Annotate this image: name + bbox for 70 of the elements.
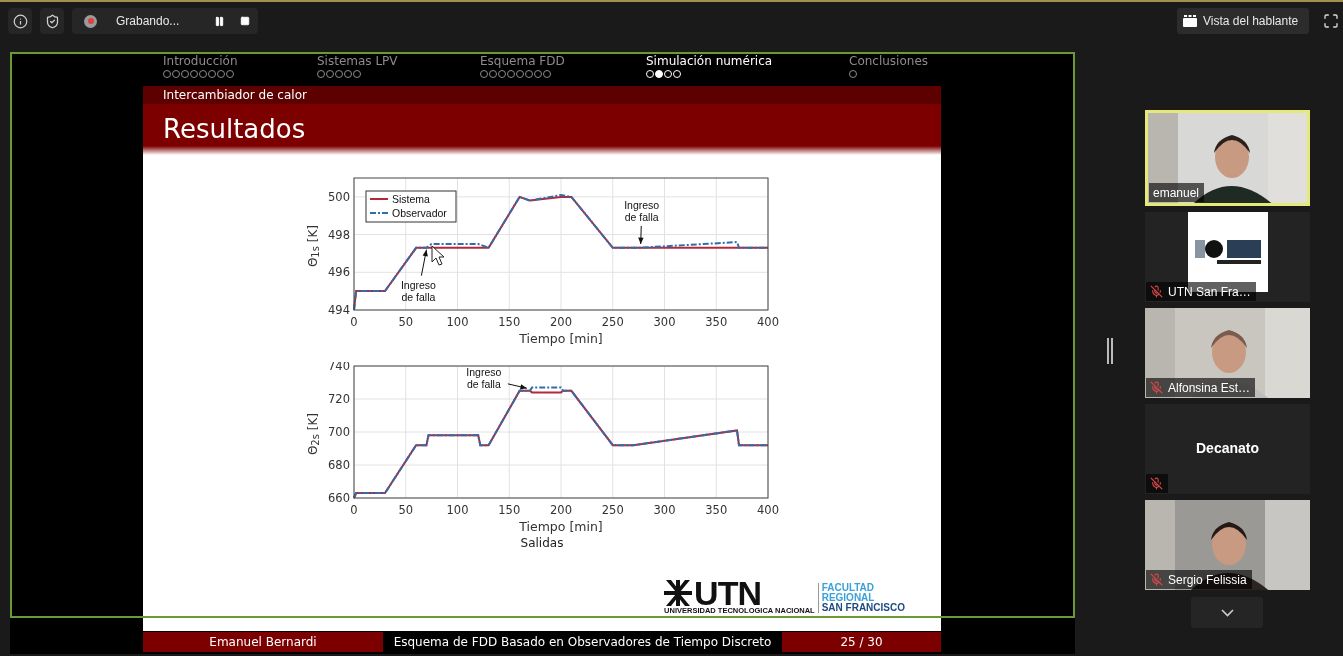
tick-label: 300 <box>653 503 676 517</box>
tick-label: 250 <box>601 315 624 329</box>
resize-handle-icon[interactable] <box>1107 338 1113 364</box>
annotation-text: Ingreso de falla <box>624 199 660 223</box>
tick-label: 500 <box>328 189 350 204</box>
participant-name: Decanato <box>1195 440 1260 456</box>
tick-label: 100 <box>446 503 469 517</box>
section-link[interactable]: Simulación numérica <box>646 54 849 68</box>
tick-label: 400 <box>757 503 779 517</box>
tick-label: 680 <box>328 458 350 472</box>
slide-title: Resultados <box>163 113 307 146</box>
recording-label: Grabando... <box>116 14 181 28</box>
tick-label: 350 <box>705 503 728 517</box>
tick-label: 494 <box>328 303 350 317</box>
tick-label: 200 <box>550 315 572 329</box>
tick-label: 0 <box>350 315 358 329</box>
participant-name: Sergio Felissia <box>1168 572 1247 587</box>
tick-label: 740 <box>328 362 350 373</box>
tick-label: 700 <box>328 425 350 439</box>
axis-label: Tiempo [min] <box>519 331 603 346</box>
annotation-arrow <box>507 383 528 390</box>
logo-text: REGIONAL <box>821 592 876 603</box>
tick-label: 50 <box>398 315 414 329</box>
participant-tile[interactable]: emanuel <box>1145 110 1310 206</box>
axis-label: Tiempo [min] <box>519 519 603 534</box>
view-button[interactable]: Vista del hablante <box>1177 8 1309 34</box>
info-icon[interactable] <box>8 8 32 34</box>
annotation-arrow <box>638 225 644 245</box>
tick-label: 100 <box>446 315 469 329</box>
subsection-title: Intercambiador de calor <box>163 87 308 104</box>
footer-author: Emanuel Bernardi <box>143 632 383 652</box>
participant-tile[interactable]: Sergio Felissia <box>1145 500 1310 590</box>
tick-label: 498 <box>328 227 350 242</box>
annotation-arrow <box>420 249 428 277</box>
shield-check-icon[interactable] <box>40 8 64 34</box>
tick-label: 300 <box>653 315 676 329</box>
participant-name: Alfonsina Est… <box>1168 380 1251 395</box>
participant-name: UTN San Fra… <box>1168 284 1251 299</box>
participant-tile[interactable]: Alfonsina Est… <box>1145 308 1310 398</box>
logo-text: FACULTAD <box>821 582 876 593</box>
section-link[interactable]: Esquema FDD <box>480 54 646 68</box>
legend-label: Observador <box>392 207 447 219</box>
tick-label: 660 <box>328 491 350 505</box>
participant-tile[interactable]: Decanato <box>1145 404 1310 494</box>
annotation-text: Ingreso de falla <box>400 278 436 303</box>
cursor-icon <box>431 245 445 266</box>
tick-label: 150 <box>498 503 521 517</box>
tick-label: 720 <box>328 392 350 406</box>
logo-wordmark: UTN <box>694 580 761 606</box>
record-dot-icon <box>84 14 97 28</box>
page-number: 25 / 30 <box>782 632 941 652</box>
legend-label: Sistema <box>392 193 430 205</box>
tick-label: 250 <box>601 503 624 517</box>
annotation-text: Ingreso de falla <box>466 366 502 391</box>
section-link[interactable]: Conclusiones <box>849 54 939 68</box>
figure-caption: Salidas <box>520 536 564 550</box>
tick-label: 0 <box>350 503 358 517</box>
participant-name: emanuel <box>1153 185 1200 200</box>
tick-label: 50 <box>398 503 414 517</box>
tick-label: 150 <box>498 315 521 329</box>
university-emblem-icon <box>664 580 693 606</box>
section-link[interactable]: Sistemas LPV <box>317 54 480 68</box>
tick-label: 496 <box>328 265 350 280</box>
grid-view-icon <box>1183 15 1197 27</box>
tick-label: 400 <box>757 315 779 329</box>
chevron-down-icon <box>1220 608 1234 617</box>
section-link[interactable]: Introducción <box>163 54 317 68</box>
tick-label: 200 <box>550 503 572 517</box>
tick-label: 350 <box>705 315 728 329</box>
logo-text: SAN FRANCISCO <box>821 602 905 613</box>
